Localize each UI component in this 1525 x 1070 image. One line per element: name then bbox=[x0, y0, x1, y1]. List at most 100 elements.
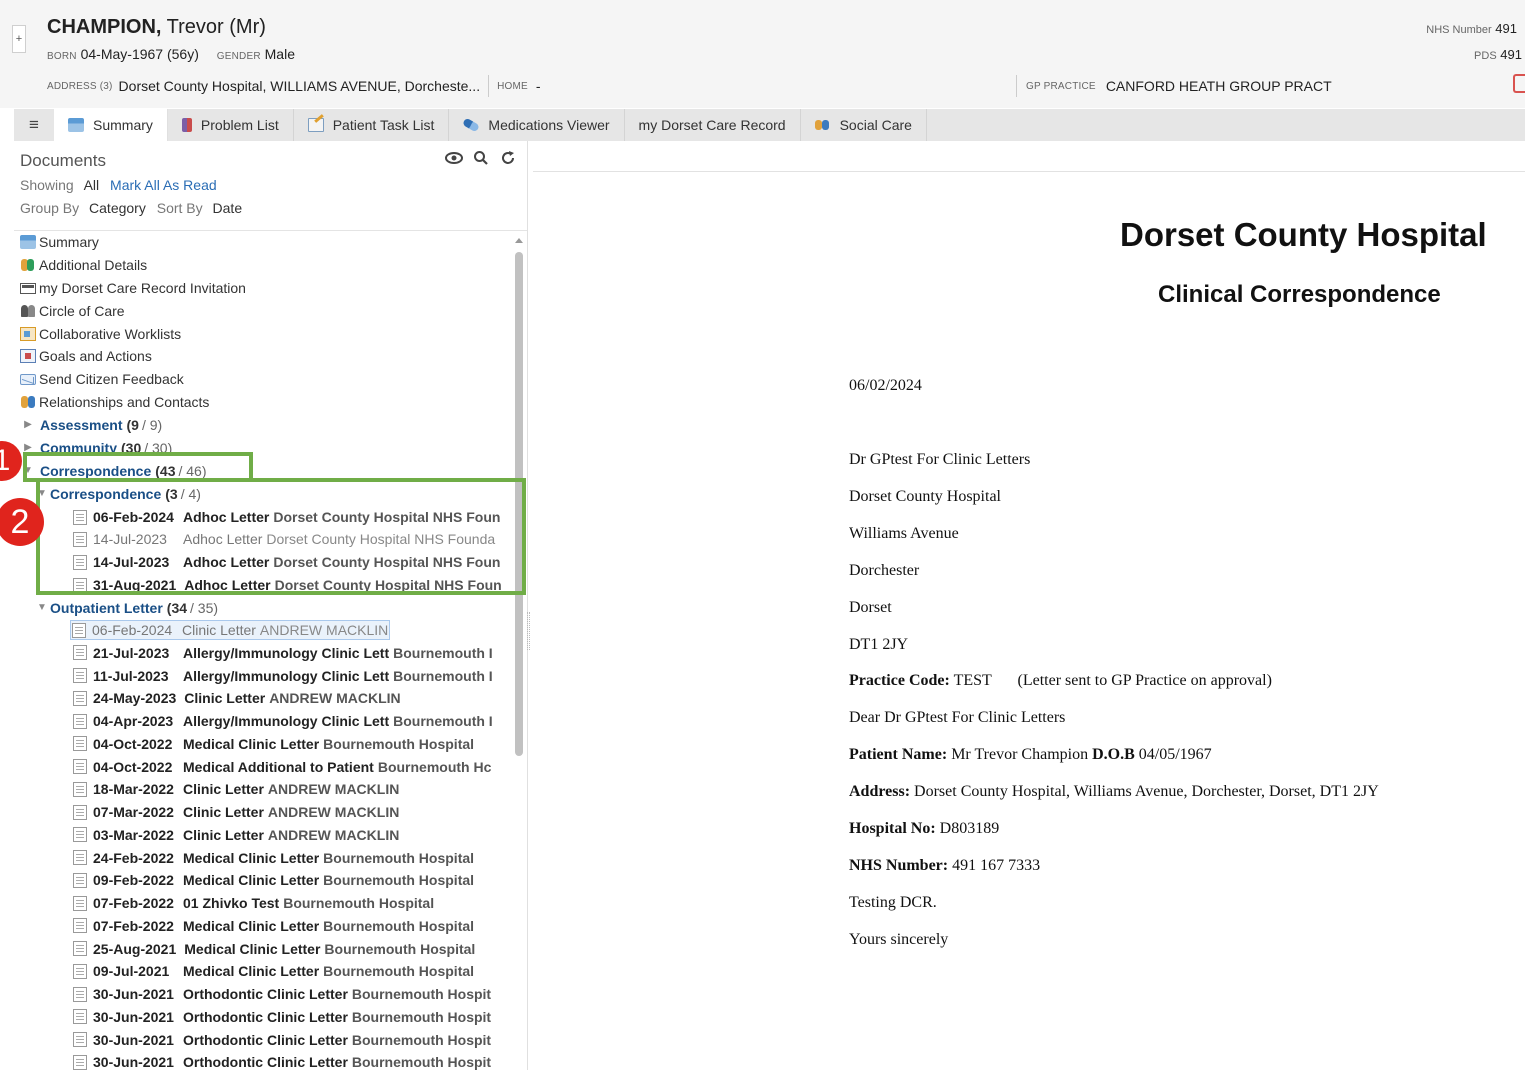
home-label: HOME bbox=[497, 80, 528, 92]
practice-code-label: Practice Code: bbox=[849, 672, 950, 689]
tab-problem-list[interactable]: Problem List bbox=[168, 109, 294, 141]
problem-list-icon bbox=[181, 118, 192, 132]
letter-nhs-label: NHS Number: bbox=[849, 857, 949, 874]
tree-scrollbar[interactable] bbox=[514, 236, 524, 1070]
search-icon[interactable] bbox=[471, 148, 491, 168]
sort-by-value[interactable]: Date bbox=[213, 200, 243, 216]
document-row[interactable]: 07-Feb-2022 Medical Clinic Letter Bournemo… bbox=[73, 915, 527, 937]
document-icon bbox=[73, 736, 87, 752]
document-type: Medical Clinic Letter bbox=[183, 917, 320, 934]
tab-label: Patient Task List bbox=[332, 117, 435, 133]
document-type: Clinic Letter bbox=[183, 781, 264, 798]
document-row[interactable]: 11-Jul-2023 Allergy/Immunology Clinic Let… bbox=[73, 665, 527, 687]
document-row[interactable]: 30-Jun-2021 Orthodontic Clinic Letter Bour… bbox=[73, 1029, 527, 1051]
document-source: Bournemouth Hospital bbox=[323, 872, 475, 889]
recipient-line: Dorset County Hospital bbox=[849, 488, 1001, 505]
scroll-up-icon[interactable] bbox=[515, 238, 523, 243]
document-row[interactable]: 30-Jun-2021 Orthodontic Clinic Letter Bour… bbox=[73, 1051, 527, 1070]
patient-name-value: Mr Trevor Champion bbox=[951, 746, 1089, 763]
document-source: Bournemouth Hospital bbox=[283, 895, 435, 911]
document-row[interactable]: 24-Feb-2022 Medical Clinic Letter Bournemo… bbox=[73, 847, 527, 869]
alert-badge[interactable] bbox=[1513, 74, 1525, 93]
nhs-number-value: 491 bbox=[1495, 21, 1517, 36]
nav-item-label: Relationships and Contacts bbox=[39, 394, 210, 410]
document-row[interactable]: 25-Aug-2021 Medical Clinic Letter Bournemo… bbox=[73, 938, 527, 960]
nav-item-additional-details[interactable]: Additional Details bbox=[20, 254, 519, 276]
nav-item-care-record-invitation[interactable]: my Dorset Care Record Invitation bbox=[20, 277, 519, 299]
document-date: 21-Jul-2023 bbox=[93, 644, 170, 661]
group-by-value[interactable]: Category bbox=[89, 200, 146, 216]
document-source: Bournemouth I bbox=[393, 713, 493, 729]
refresh-icon[interactable] bbox=[498, 148, 518, 168]
document-row[interactable]: 18-Mar-2022 Clinic Letter ANDREW MACKLIN bbox=[73, 778, 527, 800]
goals-icon bbox=[20, 349, 36, 363]
address-value[interactable]: Dorset County Hospital, WILLIAMS AVENUE,… bbox=[119, 78, 481, 94]
document-date: 30-Jun-2021 bbox=[93, 1031, 174, 1048]
documents-panel: Documents Showing All Mark All As Read G… bbox=[14, 141, 528, 1070]
patient-name-label: Patient Name: bbox=[849, 746, 948, 763]
document-row[interactable]: 30-Jun-2021 Orthodontic Clinic Letter Bour… bbox=[73, 1006, 527, 1028]
practice-code-line: Practice Code: TEST (Letter sent to GP P… bbox=[849, 672, 1272, 690]
nav-item-label: Goals and Actions bbox=[39, 348, 152, 364]
showing-filter[interactable]: All bbox=[84, 177, 100, 193]
nav-item-collaborative-worklists[interactable]: Collaborative Worklists bbox=[20, 323, 519, 345]
tab-my-dorset-care-record[interactable]: my Dorset Care Record bbox=[625, 109, 801, 141]
patient-surname: CHAMPION, bbox=[47, 16, 162, 38]
document-row[interactable]: 04-Oct-2022 Medical Additional to Patient… bbox=[73, 756, 527, 778]
document-type: Orthodontic Clinic Letter bbox=[183, 1008, 348, 1025]
worklist-icon bbox=[20, 327, 36, 341]
document-source: Bournemouth Hospit bbox=[351, 986, 492, 1002]
address-label: ADDRESS (3) bbox=[47, 80, 113, 92]
document-row[interactable]: 03-Mar-2022 Clinic Letter ANDREW MACKLIN bbox=[73, 824, 527, 846]
practice-code-value: TEST bbox=[953, 672, 992, 689]
document-row[interactable]: 07-Feb-2022 01 Zhivko Test Bournemouth Hos… bbox=[73, 892, 527, 914]
document-source: Bournemouth Hospital bbox=[323, 849, 475, 866]
document-row[interactable]: 30-Jun-2021 Orthodontic Clinic Letter Bour… bbox=[73, 983, 527, 1005]
circle-of-care-icon bbox=[20, 304, 36, 318]
nav-item-circle-of-care[interactable]: Circle of Care bbox=[20, 300, 519, 322]
eye-icon[interactable] bbox=[444, 148, 464, 168]
envelope-icon bbox=[20, 373, 36, 385]
document-row[interactable]: 09-Jul-2021 Medical Clinic Letter Bournemo… bbox=[73, 960, 527, 982]
tab-summary[interactable]: Summary bbox=[54, 109, 168, 141]
document-row[interactable]: 21-Jul-2023 Allergy/Immunology Clinic Let… bbox=[73, 642, 527, 664]
invitation-icon bbox=[20, 282, 36, 294]
collapse-triangle-icon[interactable]: ▼ bbox=[36, 597, 48, 619]
document-icon bbox=[73, 941, 87, 956]
nav-item-label: my Dorset Care Record Invitation bbox=[39, 280, 246, 296]
document-type: Orthodontic Clinic Letter bbox=[183, 1054, 348, 1070]
document-row-selected[interactable]: 06-Feb-2024 Clinic Letter ANDREW MACKLIN bbox=[70, 619, 527, 641]
born-value: 04-May-1967 (56y) bbox=[80, 46, 199, 62]
document-type: 01 Zhivko Test bbox=[183, 895, 280, 911]
document-source: Bournemouth Hospital bbox=[323, 963, 475, 980]
tab-patient-task-list[interactable]: Patient Task List bbox=[294, 109, 450, 141]
document-date: 07-Feb-2022 bbox=[93, 917, 174, 934]
category-assessment[interactable]: ▶ Assessment (9 / 9) bbox=[22, 414, 521, 436]
document-type: Orthodontic Clinic Letter bbox=[183, 986, 348, 1002]
gp-practice-label: GP PRACTICE bbox=[1026, 80, 1096, 92]
sort-by-label: Sort By bbox=[156, 200, 203, 216]
document-date: 04-Apr-2023 bbox=[93, 713, 174, 729]
document-row[interactable]: 04-Oct-2022 Medical Clinic Letter Bournemo… bbox=[73, 733, 527, 755]
document-row[interactable]: 04-Apr-2023 Allergy/Immunology Clinic Let… bbox=[73, 710, 527, 732]
hospital-number-line: Hospital No: D803189 bbox=[849, 820, 999, 838]
nav-item-send-citizen-feedback[interactable]: Send Citizen Feedback bbox=[20, 368, 519, 390]
subcategory-outpatient-letter[interactable]: ▼ Outpatient Letter (34 / 35) bbox=[36, 597, 527, 619]
nav-item-goals-and-actions[interactable]: Goals and Actions bbox=[20, 345, 519, 367]
tab-medications-viewer[interactable]: Medications Viewer bbox=[449, 109, 625, 141]
patient-forename: Trevor (Mr) bbox=[166, 16, 266, 38]
document-date: 07-Feb-2022 bbox=[93, 895, 174, 911]
document-row[interactable]: 07-Mar-2022 Clinic Letter ANDREW MACKLIN bbox=[73, 801, 527, 823]
nav-item-relationships-and-contacts[interactable]: Relationships and Contacts bbox=[20, 391, 519, 413]
expand-triangle-icon[interactable]: ▶ bbox=[22, 414, 34, 436]
mark-all-read-link[interactable]: Mark All As Read bbox=[110, 177, 217, 193]
tab-social-care[interactable]: Social Care bbox=[801, 109, 927, 141]
document-type: Clinic Letter bbox=[183, 804, 264, 820]
document-row[interactable]: 24-May-2023 Clinic Letter ANDREW MACKLIN bbox=[73, 687, 527, 709]
menu-icon[interactable]: ≡ bbox=[14, 109, 54, 141]
document-source: Bournemouth I bbox=[393, 667, 493, 684]
document-tree: Summary Additional Details my Dorset Car… bbox=[14, 231, 527, 1070]
expand-banner-button[interactable]: + bbox=[12, 25, 26, 53]
nav-item-summary[interactable]: Summary bbox=[20, 231, 519, 253]
document-row[interactable]: 09-Feb-2022 Medical Clinic Letter Bournemo… bbox=[73, 869, 527, 891]
